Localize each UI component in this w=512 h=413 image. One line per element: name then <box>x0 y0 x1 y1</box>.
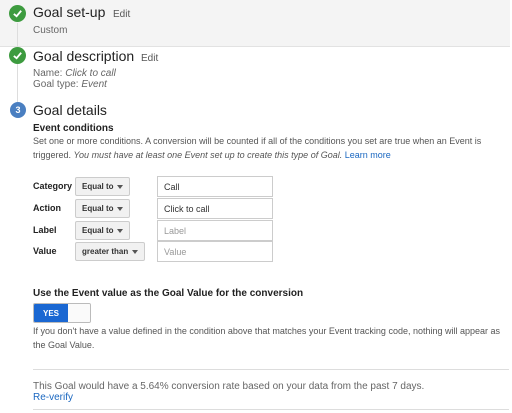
label-operator-value: Equal to <box>82 226 114 235</box>
goal-description-edit-link[interactable]: Edit <box>141 53 158 64</box>
action-value-input[interactable] <box>157 198 273 219</box>
event-conditions-heading: Event conditions <box>33 123 114 134</box>
label-value-input[interactable] <box>157 220 273 241</box>
row-label-category: Category <box>33 181 73 191</box>
goal-value-heading: Use the Event value as the Goal Value fo… <box>33 288 304 299</box>
goal-setup-edit-link[interactable]: Edit <box>113 9 130 20</box>
toggle-knob <box>68 304 90 322</box>
divider <box>33 369 509 370</box>
check-icon <box>9 5 26 22</box>
category-value-input[interactable] <box>157 176 273 197</box>
divider <box>33 409 509 410</box>
goal-details-title: Goal details <box>33 102 107 118</box>
goal-type-label: Goal type: <box>33 79 79 90</box>
goal-value-toggle[interactable]: YES <box>33 303 91 323</box>
goal-name-line: Name: Click to call <box>33 68 116 79</box>
goal-description-title: Goal description <box>33 48 135 64</box>
label-operator-dropdown[interactable]: Equal to <box>75 221 130 240</box>
goal-value-note: If you don't have a value defined in the… <box>33 326 501 350</box>
caret-down-icon <box>117 229 123 233</box>
value-operator-value: greater than <box>82 247 129 256</box>
conditions-italic-note: You must have at least one Event set up … <box>73 150 343 160</box>
goal-name-value: Click to call <box>65 68 116 79</box>
action-operator-value: Equal to <box>82 204 114 213</box>
learn-more-link[interactable]: Learn more <box>345 150 391 160</box>
reverify-link[interactable]: Re-verify <box>33 392 73 403</box>
goal-setup-value: Custom <box>33 25 68 36</box>
row-label-value: Value <box>33 246 57 256</box>
goal-setup-title: Goal set-up <box>33 4 106 20</box>
toggle-yes-label: YES <box>34 304 68 322</box>
step-number-badge: 3 <box>10 102 26 118</box>
row-label-action: Action <box>33 203 61 213</box>
action-operator-dropdown[interactable]: Equal to <box>75 199 130 218</box>
conversion-rate-text: This Goal would have a 5.64% conversion … <box>33 381 425 392</box>
goal-type-value: Event <box>81 79 107 90</box>
step-connector <box>17 23 18 47</box>
row-label-label: Label <box>33 225 57 235</box>
event-conditions-description: Set one or more conditions. A conversion… <box>33 134 495 162</box>
caret-down-icon <box>117 185 123 189</box>
value-operator-dropdown[interactable]: greater than <box>75 242 145 261</box>
caret-down-icon <box>132 250 138 254</box>
category-operator-value: Equal to <box>82 182 114 191</box>
caret-down-icon <box>117 207 123 211</box>
goal-name-label: Name: <box>33 68 63 79</box>
value-value-input[interactable] <box>157 241 273 262</box>
goal-type-line: Goal type: Event <box>33 79 107 90</box>
check-icon <box>9 47 26 64</box>
category-operator-dropdown[interactable]: Equal to <box>75 177 130 196</box>
step-connector <box>17 64 18 102</box>
